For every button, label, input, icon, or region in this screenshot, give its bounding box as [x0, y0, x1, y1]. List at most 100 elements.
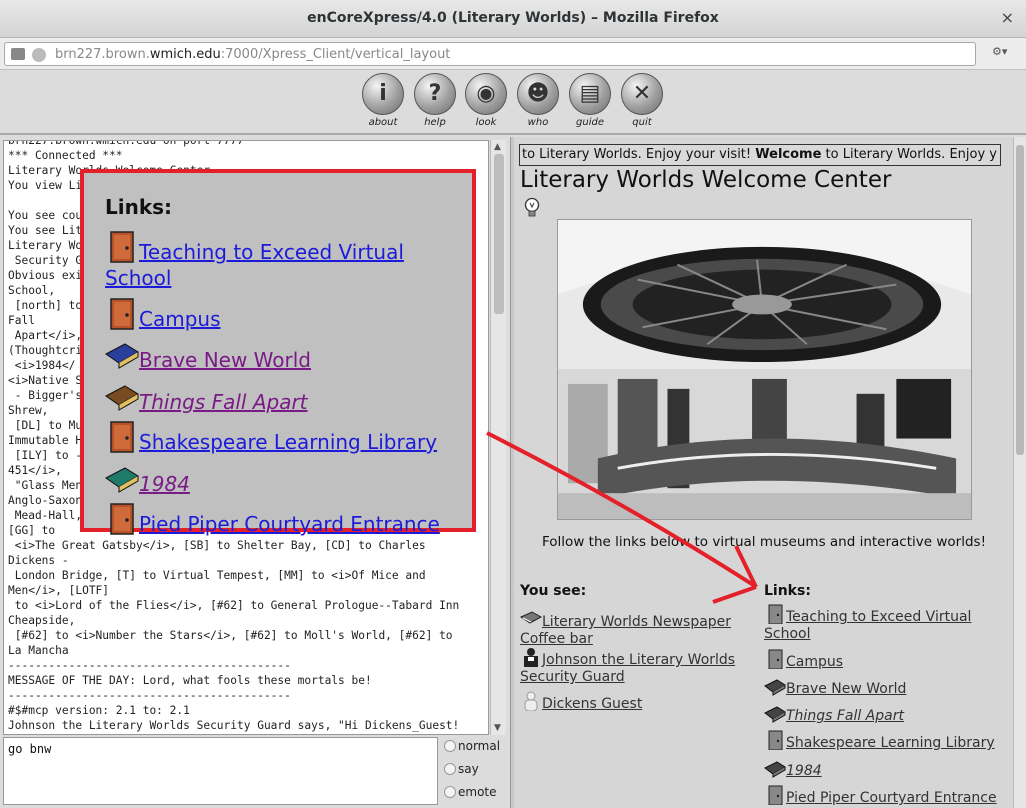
marquee-text-2: to Literary Worlds. Enjoy y [821, 147, 997, 162]
link-item-1984[interactable]: 1984 [764, 758, 822, 780]
addons-icon[interactable]: ⚙▾ [992, 45, 1018, 59]
about-label: about [368, 117, 398, 128]
guide-button[interactable]: ▤ guide [565, 73, 615, 128]
page-icon [11, 48, 25, 60]
guest-icon [524, 691, 538, 711]
you-see-label: Dickens Guest [542, 696, 643, 712]
quit-button[interactable]: ✕ quit [617, 73, 667, 128]
help-button[interactable]: ? help [410, 73, 460, 128]
scroll-down-icon[interactable]: ▼ [494, 723, 501, 733]
you-see-label: Literary Worlds Newspaper Coffee bar [520, 614, 732, 647]
marquee-bold: Welcome [755, 147, 822, 162]
callout-link-pied-piper[interactable]: Pied Piper Courtyard Entrance [105, 503, 440, 537]
link-label: Pied Piper Courtyard Entrance [786, 790, 997, 806]
url-input[interactable]: brn227.brown.wmich.edu:7000/Xpress_Clien… [4, 42, 976, 66]
log-scrollbar[interactable]: ▲ ▼ [490, 140, 506, 735]
log-scroll-thumb[interactable] [494, 154, 504, 314]
right-panel: to Literary Worlds. Enjoy your visit! We… [514, 137, 1026, 808]
who-label: who [527, 117, 549, 128]
look-icon: ◉ [465, 73, 507, 115]
book-icon [764, 679, 786, 696]
window-title: enCoreXpress/4.0 (Literary Worlds) – Moz… [307, 10, 719, 26]
command-input[interactable]: go bnw [3, 737, 438, 805]
page-scrollbar[interactable] [1013, 137, 1026, 808]
moo-toolbar: i about ? help ◉ look ☻ who ▤ guide ✕ qu… [0, 71, 1026, 135]
mode-say-radio[interactable]: say [444, 762, 479, 776]
door-icon [110, 503, 134, 535]
close-window-icon[interactable]: × [1001, 8, 1014, 27]
book-icon [105, 467, 139, 493]
book-icon [764, 706, 786, 723]
you-see-item-guest[interactable]: Dickens Guest [520, 691, 740, 713]
link-label: Brave New World [786, 681, 907, 697]
newspaper-icon [520, 611, 542, 624]
who-button[interactable]: ☻ who [513, 73, 563, 128]
scroll-up-icon[interactable]: ▲ [494, 142, 501, 152]
door-icon [768, 785, 783, 805]
site-info-icon[interactable] [32, 48, 46, 62]
link-item-brave-new-world[interactable]: Brave New World [764, 676, 906, 698]
quit-label: quit [632, 117, 652, 128]
you-see-heading: You see: [520, 583, 587, 599]
mode-say-label: say [458, 762, 479, 776]
marquee-text-1: to Literary Worlds. Enjoy your visit! [522, 147, 756, 162]
link-item-shakespeare[interactable]: Shakespeare Learning Library [764, 730, 995, 752]
link-label: Teaching to Exceed Virtual School [764, 609, 972, 642]
radio-icon [444, 763, 456, 775]
mode-emote-label: emote [458, 785, 497, 799]
window-titlebar: enCoreXpress/4.0 (Literary Worlds) – Moz… [0, 0, 1026, 38]
callout-link-label: Campus [139, 307, 221, 331]
about-icon: i [362, 73, 404, 115]
lightbulb-icon[interactable] [523, 197, 541, 219]
look-label: look [475, 117, 497, 128]
link-label: 1984 [786, 763, 822, 779]
url-text: brn227.brown.wmich.edu:7000/Xpress_Clien… [55, 47, 450, 62]
callout-link-brave-new-world[interactable]: Brave New World [105, 339, 311, 373]
callout-link-shakespeare[interactable]: Shakespeare Learning Library [105, 421, 437, 455]
link-label: Things Fall Apart [786, 708, 904, 724]
book-icon [105, 343, 139, 369]
url-suffix: :7000/Xpress_Client/vertical_layout [220, 47, 451, 62]
you-see-item-newspaper[interactable]: Literary Worlds Newspaper Coffee bar [520, 609, 740, 648]
you-see-label: Johnson the Literary Worlds Security Gua… [520, 652, 736, 685]
mode-normal-radio[interactable]: normal [444, 739, 500, 753]
person-icon [524, 648, 538, 667]
about-button[interactable]: i about [358, 73, 408, 128]
radio-icon [444, 740, 456, 752]
callout-link-teaching[interactable]: Teaching to Exceed Virtual School [105, 231, 404, 291]
welcome-marquee: to Literary Worlds. Enjoy your visit! We… [519, 144, 1001, 166]
link-item-campus[interactable]: Campus [764, 649, 843, 671]
callout-heading: Links: [105, 195, 173, 219]
quit-icon: ✕ [621, 73, 663, 115]
callout-link-label: Pied Piper Courtyard Entrance [139, 512, 440, 536]
callout-link-things-fall-apart[interactable]: Things Fall Apart [105, 381, 308, 415]
callout-link-label-cont: School [105, 266, 172, 290]
link-item-pied-piper[interactable]: Pied Piper Courtyard Entrance [764, 785, 997, 807]
link-item-teaching[interactable]: Teaching to Exceed Virtual School [764, 604, 994, 643]
you-see-item-guard[interactable]: Johnson the Literary Worlds Security Gua… [520, 647, 740, 686]
link-label: Campus [786, 654, 844, 670]
url-prefix: brn227.brown. [55, 47, 150, 62]
page-scroll-thumb[interactable] [1016, 145, 1024, 455]
guide-icon: ▤ [569, 73, 611, 115]
link-item-things-fall-apart[interactable]: Things Fall Apart [764, 703, 904, 725]
navigation-bar: brn227.brown.wmich.edu:7000/Xpress_Clien… [0, 38, 1026, 70]
door-icon [768, 649, 783, 669]
room-title: Literary Worlds Welcome Center [520, 167, 892, 193]
look-button[interactable]: ◉ look [461, 73, 511, 128]
mode-emote-radio[interactable]: emote [444, 785, 497, 799]
url-domain: wmich.edu [149, 47, 221, 62]
mode-normal-label: normal [458, 739, 501, 753]
follow-links-text: Follow the links below to virtual museum… [542, 534, 986, 550]
help-icon: ? [414, 73, 456, 115]
callout-link-label: Things Fall Apart [139, 390, 308, 414]
welcome-center-photo [557, 219, 972, 520]
callout-link-label: Teaching to Exceed Virtual [139, 240, 404, 264]
guide-label: guide [576, 117, 604, 128]
callout-link-1984[interactable]: 1984 [105, 463, 190, 497]
help-label: help [424, 117, 446, 128]
door-icon [110, 298, 134, 330]
callout-link-campus[interactable]: Campus [105, 298, 221, 332]
link-label: Shakespeare Learning Library [786, 735, 995, 751]
book-icon [764, 761, 786, 778]
